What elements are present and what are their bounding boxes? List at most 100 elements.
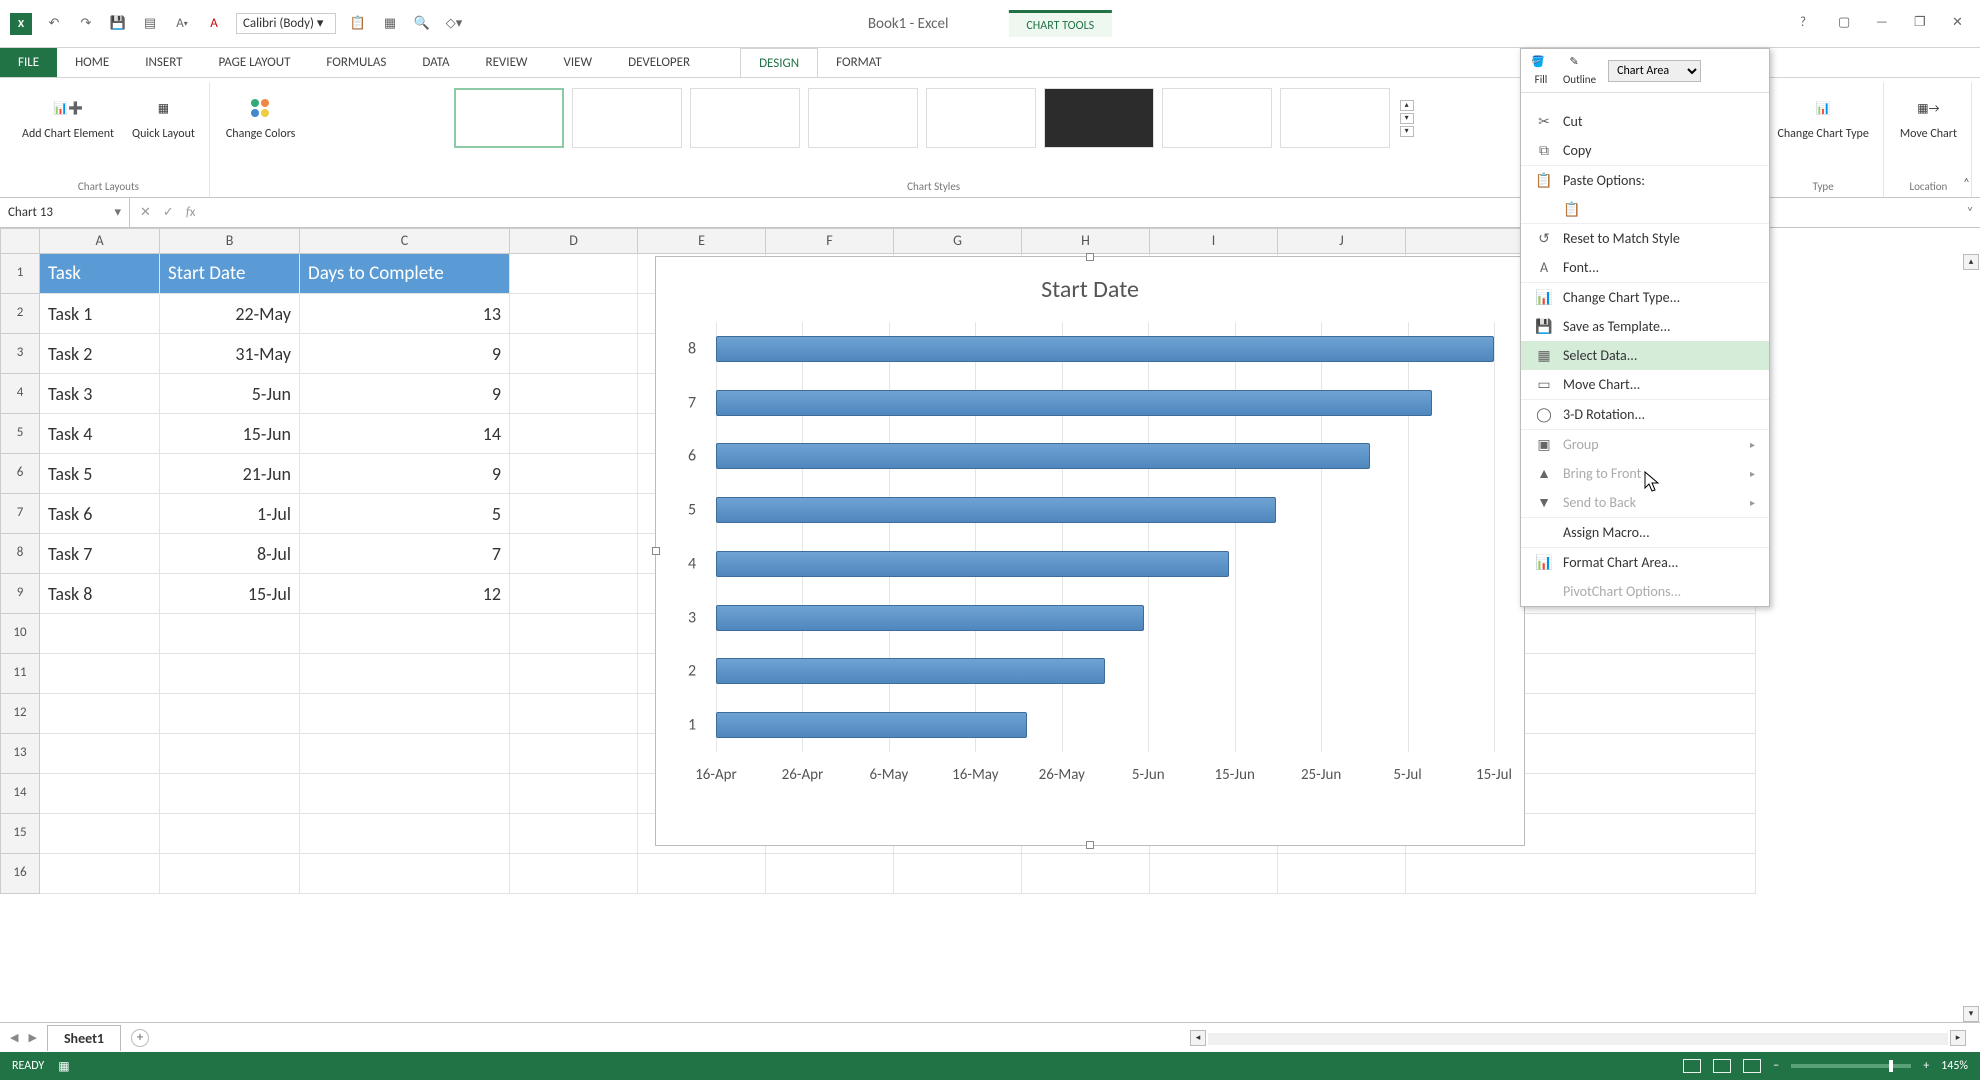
- font-combo[interactable]: Calibri (Body) ▾: [236, 13, 336, 34]
- cell[interactable]: 31-May: [160, 334, 300, 374]
- cell[interactable]: 21-Jun: [160, 454, 300, 494]
- cell[interactable]: [1278, 854, 1406, 894]
- cell[interactable]: 15-Jun: [160, 414, 300, 454]
- cell[interactable]: Task 8: [40, 574, 160, 614]
- row-header[interactable]: 2: [0, 294, 40, 334]
- chart-style-4[interactable]: [808, 88, 918, 148]
- style-more[interactable]: ▾: [1400, 126, 1414, 137]
- zoom-slider[interactable]: [1791, 1064, 1911, 1068]
- cell[interactable]: 9: [300, 334, 510, 374]
- row-header[interactable]: 1: [0, 254, 40, 294]
- add-sheet-button[interactable]: +: [131, 1029, 149, 1047]
- tab-view[interactable]: VIEW: [546, 48, 611, 77]
- row-header[interactable]: 9: [0, 574, 40, 614]
- cell[interactable]: [300, 654, 510, 694]
- cell[interactable]: [300, 614, 510, 654]
- chart-title[interactable]: Start Date: [656, 257, 1524, 312]
- cell[interactable]: [160, 814, 300, 854]
- cm-save-template[interactable]: 💾Save as Template...: [1521, 312, 1769, 341]
- col-header-J[interactable]: J: [1278, 228, 1406, 254]
- col-header-B[interactable]: B: [160, 228, 300, 254]
- col-header-I[interactable]: I: [1150, 228, 1278, 254]
- name-box[interactable]: Chart 13▾: [0, 198, 130, 227]
- cell[interactable]: [510, 774, 638, 814]
- shapes-icon[interactable]: ◇▾: [444, 14, 464, 34]
- row-header[interactable]: 3: [0, 334, 40, 374]
- cell[interactable]: Task 1: [40, 294, 160, 334]
- cell[interactable]: [510, 454, 638, 494]
- fb-cancel-icon[interactable]: ✕: [140, 205, 151, 220]
- row-header[interactable]: 8: [0, 534, 40, 574]
- cell[interactable]: [160, 774, 300, 814]
- chart-bar[interactable]: [716, 551, 1229, 577]
- redo-icon[interactable]: ↷: [76, 14, 96, 34]
- chart-bar[interactable]: [716, 605, 1144, 631]
- cell[interactable]: [510, 374, 638, 414]
- cell[interactable]: Task 7: [40, 534, 160, 574]
- cell[interactable]: [510, 414, 638, 454]
- hscroll-left[interactable]: ◂: [1190, 1030, 1206, 1046]
- chart-style-1[interactable]: [454, 88, 564, 148]
- font-color-icon[interactable]: A: [204, 14, 224, 34]
- row-header[interactable]: 7: [0, 494, 40, 534]
- view-page-layout-icon[interactable]: [1713, 1059, 1731, 1073]
- col-header-G[interactable]: G: [894, 228, 1022, 254]
- cm-reset-style[interactable]: ↺Reset to Match Style: [1521, 224, 1769, 253]
- cell[interactable]: [300, 694, 510, 734]
- cell[interactable]: [510, 574, 638, 614]
- cell[interactable]: 5: [300, 494, 510, 534]
- tab-insert[interactable]: INSERT: [127, 48, 200, 77]
- row-header[interactable]: 14: [0, 774, 40, 814]
- embedded-chart[interactable]: Start Date 16-Apr26-Apr6-May16-May26-May…: [655, 256, 1525, 846]
- help-icon[interactable]: ?: [1800, 15, 1818, 33]
- style-scroll-down[interactable]: ▾: [1400, 113, 1414, 124]
- vscroll-up[interactable]: ▴: [1963, 254, 1979, 270]
- view-page-break-icon[interactable]: [1743, 1059, 1761, 1073]
- cm-outline-button[interactable]: ✎Outline: [1563, 55, 1596, 86]
- cell[interactable]: Task 6: [40, 494, 160, 534]
- chart-style-6[interactable]: [1044, 88, 1154, 148]
- zoom-icon[interactable]: 🔍: [412, 14, 432, 34]
- tab-developer[interactable]: DEVELOPER: [610, 48, 708, 77]
- col-header-A[interactable]: A: [40, 228, 160, 254]
- cm-copy[interactable]: ⧉Copy: [1521, 136, 1769, 166]
- paste-icon[interactable]: 📋: [348, 14, 368, 34]
- cm-fill-button[interactable]: 🪣Fill: [1531, 55, 1551, 86]
- cell[interactable]: 15-Jul: [160, 574, 300, 614]
- tab-file[interactable]: FILE: [0, 48, 57, 77]
- chart-handle-n[interactable]: [1086, 253, 1094, 261]
- hscroll-right[interactable]: ▸: [1950, 1030, 1966, 1046]
- formula-expand-icon[interactable]: ˅: [1960, 198, 1980, 227]
- cell[interactable]: [510, 814, 638, 854]
- cell[interactable]: [510, 854, 638, 894]
- cell[interactable]: [160, 734, 300, 774]
- cell[interactable]: [1150, 854, 1278, 894]
- save-icon[interactable]: 💾: [108, 14, 128, 34]
- cell[interactable]: [510, 694, 638, 734]
- cell[interactable]: 13: [300, 294, 510, 334]
- ribbon-display-icon[interactable]: ▢: [1838, 15, 1856, 33]
- vertical-scrollbar[interactable]: ▴ ▾: [1962, 254, 1980, 1022]
- close-icon[interactable]: ✕: [1952, 15, 1970, 33]
- chart-plot-area[interactable]: 16-Apr26-Apr6-May16-May26-May5-Jun15-Jun…: [716, 322, 1494, 752]
- print-preview-icon[interactable]: ▤: [140, 14, 160, 34]
- row-header[interactable]: 6: [0, 454, 40, 494]
- cell[interactable]: Task 4: [40, 414, 160, 454]
- style-scroll-up[interactable]: ▴: [1400, 100, 1414, 111]
- table-icon[interactable]: ▦: [380, 14, 400, 34]
- cell[interactable]: [510, 334, 638, 374]
- cell[interactable]: 14: [300, 414, 510, 454]
- fb-enter-icon[interactable]: ✓: [163, 205, 174, 220]
- cm-select-data[interactable]: ▦Select Data...: [1521, 341, 1769, 370]
- cell[interactable]: 9: [300, 454, 510, 494]
- chart-style-3[interactable]: [690, 88, 800, 148]
- col-header-C[interactable]: C: [300, 228, 510, 254]
- cell[interactable]: [300, 854, 510, 894]
- cell[interactable]: [300, 814, 510, 854]
- cell[interactable]: [40, 694, 160, 734]
- tab-formulas[interactable]: FORMULAS: [308, 48, 404, 77]
- col-header-D[interactable]: D: [510, 228, 638, 254]
- row-header[interactable]: 5: [0, 414, 40, 454]
- chart-style-8[interactable]: [1280, 88, 1390, 148]
- cell[interactable]: [40, 854, 160, 894]
